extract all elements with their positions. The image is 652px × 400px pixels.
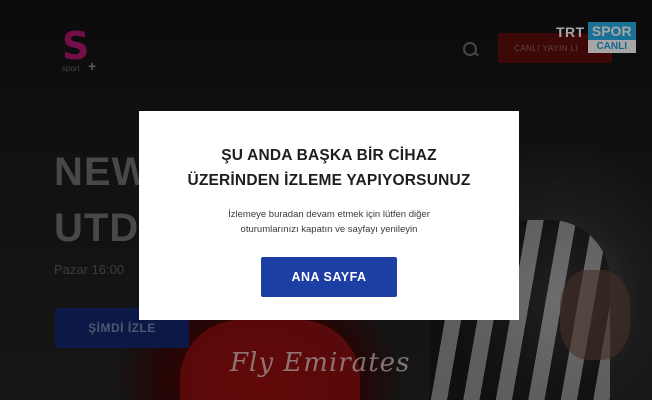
concurrent-session-dialog: ŞU ANDA BAŞKA BİR CİHAZ ÜZERİNDEN İZLEME… <box>139 111 519 320</box>
app-screen: Fly Emirates S sport + CANLI YAYIN LI TR… <box>0 0 652 400</box>
dialog-title-line1: ŞU ANDA BAŞKA BİR CİHAZ <box>221 147 437 164</box>
dialog-message: İzlemeye buradan devam etmek için lütfen… <box>189 207 469 237</box>
dialog-title: ŞU ANDA BAŞKA BİR CİHAZ ÜZERİNDEN İZLEME… <box>139 143 519 193</box>
dialog-message-line1: İzlemeye buradan devam etmek için lütfen… <box>228 209 430 220</box>
home-page-button[interactable]: ANA SAYFA <box>261 257 397 297</box>
dialog-message-line2: oturumlarınızı kapatın ve sayfayı yenile… <box>240 224 418 235</box>
dialog-title-line2: ÜZERİNDEN İZLEME YAPIYORSUNUZ <box>187 172 471 189</box>
